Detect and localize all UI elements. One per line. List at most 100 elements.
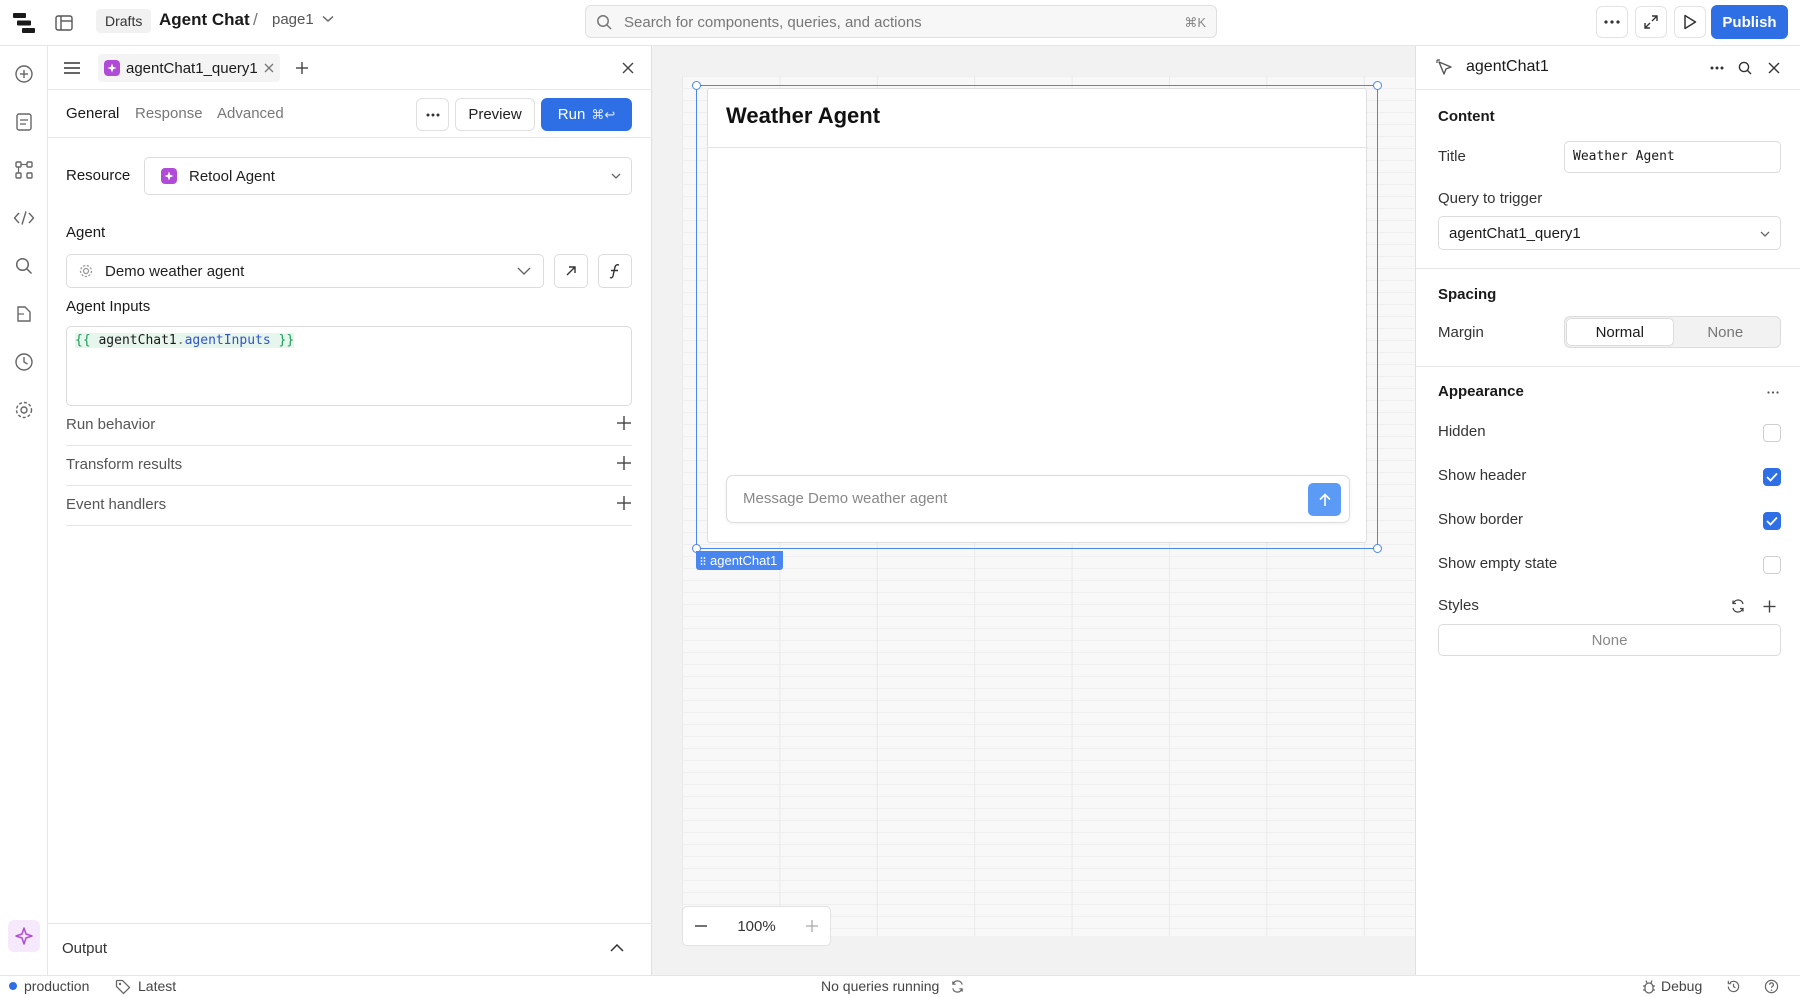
title-input[interactable]: Weather Agent — [1564, 141, 1781, 173]
query-tab-label: agentChat1_query1 — [126, 59, 258, 77]
section-label: Run behavior — [66, 416, 156, 433]
state-icon[interactable] — [12, 302, 36, 326]
layout-toggle-icon[interactable] — [52, 11, 76, 35]
tab-general[interactable]: General — [66, 105, 119, 122]
section-event-handlers[interactable]: Event handlers — [66, 486, 632, 526]
section-run-behavior[interactable]: Run behavior — [66, 406, 632, 446]
chevron-down-icon[interactable] — [322, 15, 334, 23]
section-label: Event handlers — [66, 496, 167, 513]
play-preview-icon[interactable] — [1674, 6, 1706, 38]
code-icon[interactable] — [12, 206, 36, 230]
margin-option-normal[interactable]: Normal — [1567, 319, 1673, 345]
query-trigger-select[interactable]: agentChat1_query1 — [1438, 216, 1781, 250]
hidden-checkbox[interactable] — [1763, 424, 1781, 442]
zoom-in-icon[interactable] — [806, 920, 818, 932]
app-title[interactable]: Agent Chat — [159, 10, 250, 30]
expand-icon[interactable] — [1635, 6, 1667, 38]
refresh-icon[interactable] — [951, 980, 964, 993]
ai-assist-icon[interactable] — [8, 920, 40, 952]
publish-button[interactable]: Publish — [1711, 5, 1788, 39]
run-shortcut: ⌘↩ — [591, 106, 616, 122]
search-icon[interactable] — [12, 254, 36, 278]
output-label: Output — [62, 940, 108, 957]
page-selector[interactable]: page1 — [272, 11, 314, 28]
reset-styles-icon[interactable] — [1730, 598, 1746, 614]
history-icon[interactable] — [1726, 979, 1741, 994]
query-tab-bar: agentChat1_query1 — [48, 46, 652, 90]
show-empty-state-checkbox[interactable] — [1763, 556, 1781, 574]
show-border-checkbox[interactable] — [1763, 512, 1781, 530]
editor-canvas[interactable]: Weather Agent Message Demo weather agent… — [652, 46, 1415, 975]
history-icon[interactable] — [12, 350, 36, 374]
close-tab-icon[interactable] — [264, 63, 274, 73]
search-icon — [596, 14, 612, 30]
styles-select[interactable]: None — [1438, 624, 1781, 656]
pages-icon[interactable] — [12, 110, 36, 134]
section-label: Transform results — [66, 456, 183, 473]
open-agent-link-icon[interactable] — [554, 254, 588, 288]
agent-select[interactable]: Demo weather agent — [66, 254, 544, 288]
resize-handle[interactable] — [1373, 544, 1382, 553]
margin-option-none[interactable]: None — [1673, 319, 1779, 345]
plus-icon[interactable] — [616, 455, 632, 471]
chevron-up-icon[interactable] — [610, 944, 624, 952]
function-icon[interactable] — [598, 254, 632, 288]
menu-icon[interactable] — [62, 58, 82, 78]
preview-button[interactable]: Preview — [455, 98, 535, 131]
zoom-level[interactable]: 100% — [737, 918, 775, 935]
output-bar[interactable]: Output — [48, 923, 652, 975]
section-divider — [1416, 268, 1800, 269]
margin-label: Margin — [1438, 324, 1484, 341]
code-property: agentInputs — [184, 333, 271, 348]
plus-icon[interactable] — [616, 495, 632, 511]
agent-gear-icon — [79, 264, 93, 278]
version-label[interactable]: Latest — [138, 978, 176, 994]
query-tab[interactable]: agentChat1_query1 — [98, 54, 280, 82]
show-header-checkbox[interactable] — [1763, 468, 1781, 486]
component-tag-label: agentChat1 — [710, 553, 778, 568]
resize-handle[interactable] — [1373, 81, 1382, 90]
inspector-more-icon[interactable] — [1708, 60, 1726, 76]
debug-bug-icon — [1642, 979, 1656, 994]
component-name-tag[interactable]: agentChat1 — [696, 551, 784, 570]
resize-handle[interactable] — [692, 81, 701, 90]
search-icon[interactable] — [1736, 59, 1754, 77]
inspector-component-name[interactable]: agentChat1 — [1466, 58, 1549, 76]
inspector-header: agentChat1 — [1416, 46, 1800, 90]
drafts-badge[interactable]: Drafts — [96, 9, 152, 33]
add-component-icon[interactable] — [12, 62, 36, 86]
retool-logo-icon[interactable] — [12, 11, 36, 35]
run-button-label: Run — [557, 106, 586, 123]
query-subtabs: General Response Advanced Preview Run ⌘↩ — [48, 90, 652, 138]
environment-label[interactable]: production — [24, 978, 89, 994]
appearance-more-icon[interactable] — [1765, 389, 1781, 395]
new-query-plus-icon[interactable] — [293, 59, 311, 77]
styles-label: Styles — [1438, 597, 1479, 614]
agent-inputs-code-editor[interactable]: {{ agentChat1.agentInputs }} — [66, 326, 632, 406]
plus-icon[interactable] — [616, 415, 632, 431]
section-transform-results[interactable]: Transform results — [66, 446, 632, 486]
close-panel-icon[interactable] — [619, 59, 637, 77]
run-button[interactable]: Run ⌘↩ — [541, 98, 632, 131]
help-icon[interactable] — [1764, 979, 1779, 994]
breadcrumb-separator: / — [253, 10, 258, 29]
status-bar: production Latest No queries running Deb… — [0, 975, 1800, 997]
zoom-out-icon[interactable] — [695, 925, 707, 927]
agent-inputs-label: Agent Inputs — [66, 298, 151, 315]
zoom-control: 100% — [682, 906, 831, 946]
close-icon[interactable] — [1765, 59, 1783, 77]
debug-button[interactable]: Debug — [1661, 978, 1702, 994]
global-search-input[interactable]: Search for components, queries, and acti… — [585, 5, 1217, 38]
more-options-button[interactable] — [1596, 6, 1628, 38]
inspector-panel: agentChat1 Content Title Weather Agent Q… — [1415, 46, 1800, 975]
settings-gear-icon[interactable] — [12, 398, 36, 422]
tab-response[interactable]: Response — [135, 105, 203, 122]
content-section-title: Content — [1438, 108, 1495, 125]
tab-advanced[interactable]: Advanced — [217, 105, 284, 122]
resource-select[interactable]: Retool Agent — [144, 157, 632, 195]
add-style-plus-icon[interactable] — [1761, 598, 1777, 614]
query-more-button[interactable] — [416, 98, 449, 131]
component-tree-icon[interactable] — [12, 158, 36, 182]
appearance-section-title: Appearance — [1438, 383, 1524, 400]
retool-agent-icon — [161, 168, 177, 184]
